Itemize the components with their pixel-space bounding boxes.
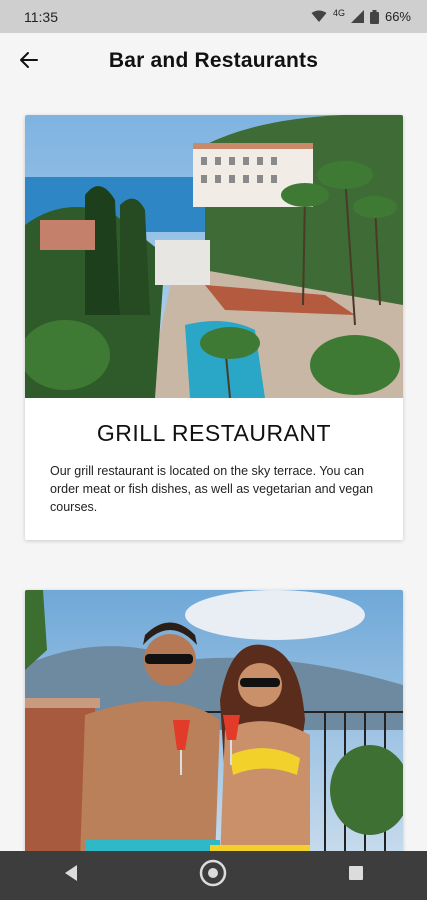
home-circle-icon <box>198 858 228 893</box>
nav-home-button[interactable] <box>183 856 243 896</box>
status-time: 11:35 <box>24 8 58 25</box>
battery-percent: 66% <box>384 9 411 24</box>
status-icons: 4G 66% <box>311 7 411 24</box>
couple-with-drinks-photo <box>25 590 403 860</box>
recents-square-icon <box>348 865 364 886</box>
hotel-terrace-pool-photo <box>25 115 403 398</box>
nav-recents-button[interactable] <box>326 856 386 896</box>
nav-back-button[interactable] <box>41 856 101 896</box>
wifi-icon <box>311 10 327 23</box>
venue-card-grill-restaurant[interactable]: GRILL RESTAURANT Our grill restaurant is… <box>25 115 403 540</box>
venue-title: GRILL RESTAURANT <box>96 420 332 446</box>
venue-description: Our grill restaurant is located on the s… <box>50 464 374 514</box>
system-nav-bar <box>0 851 427 900</box>
venue-card-2[interactable] <box>25 590 403 860</box>
network-type: 4G <box>332 7 345 18</box>
signal-icon <box>350 10 364 23</box>
app-bar: Bar and Restaurants <box>0 33 427 89</box>
battery-icon <box>369 9 379 24</box>
status-bar: 11:35 4G 66% <box>0 0 427 33</box>
page-title: Bar and Restaurants <box>108 49 319 72</box>
back-triangle-icon <box>63 864 79 887</box>
